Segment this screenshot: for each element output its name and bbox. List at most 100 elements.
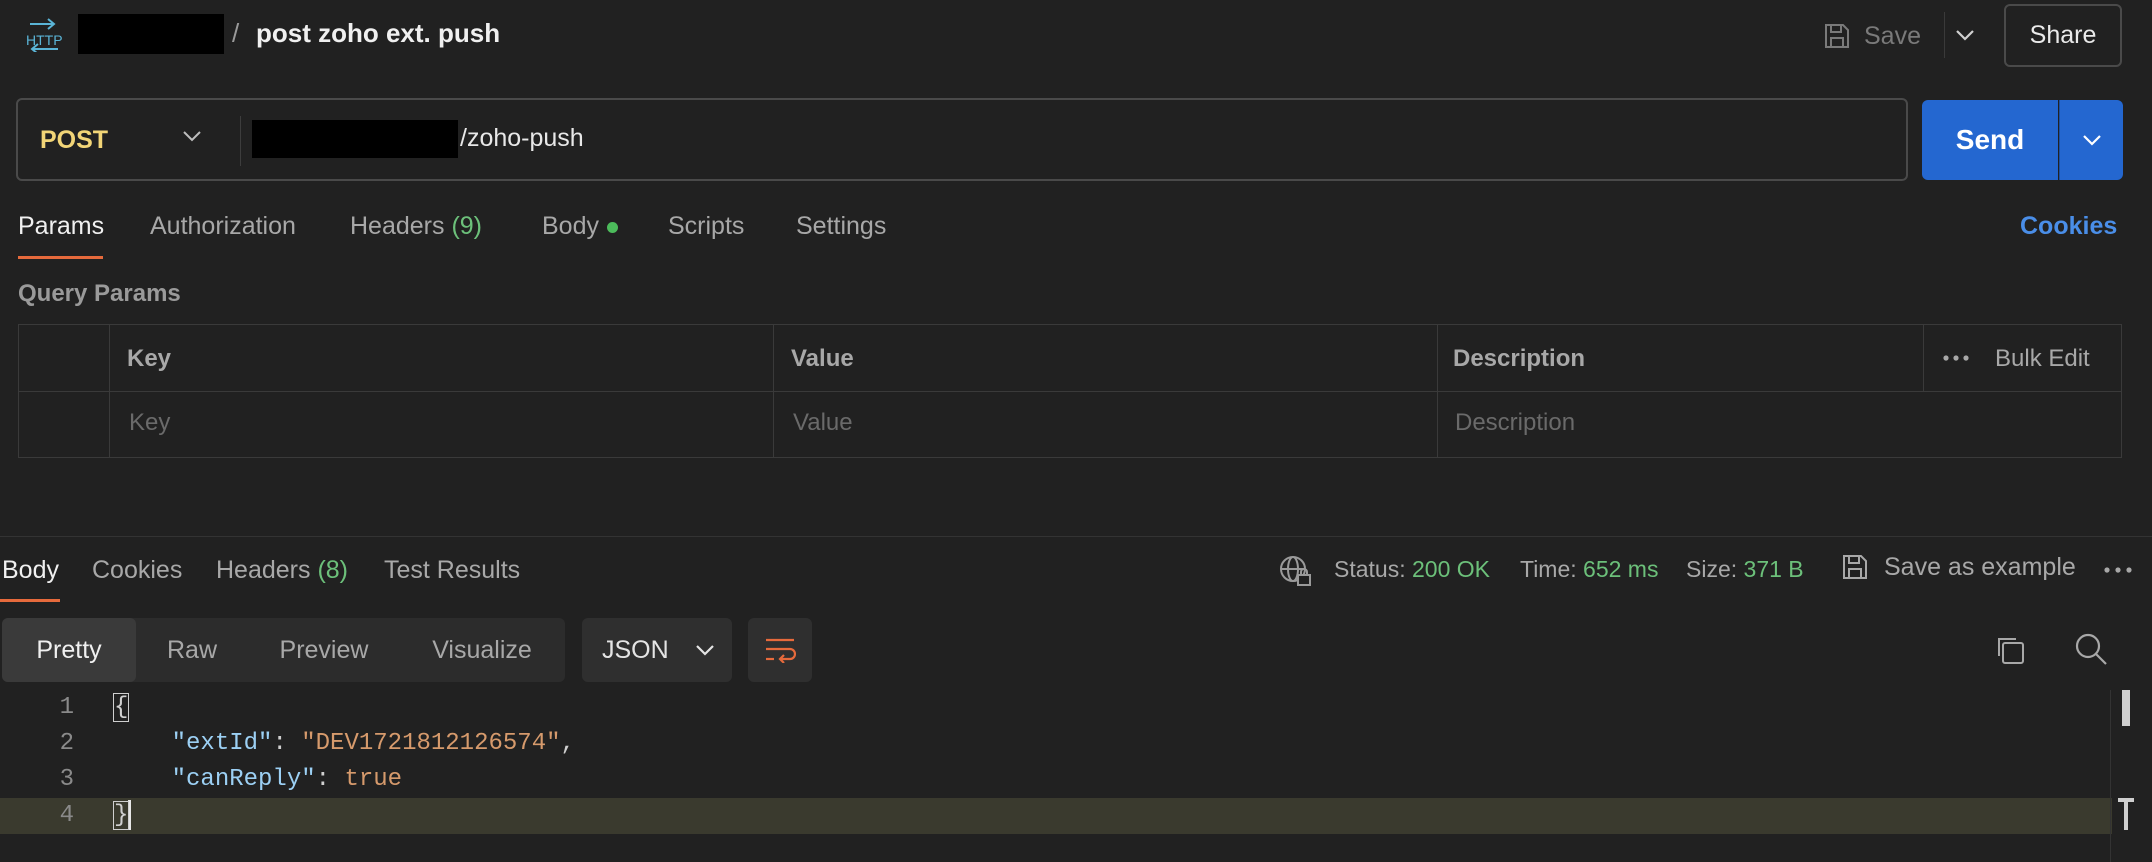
json-key: "extId" — [171, 730, 273, 757]
tab-headers[interactable]: Headers (9) — [350, 212, 482, 241]
line-number: 2 — [59, 730, 74, 757]
pretty-button[interactable]: Pretty — [2, 618, 136, 682]
save-label: Save — [1864, 21, 1921, 50]
response-time[interactable]: Time: 652 ms — [1520, 556, 1658, 583]
json-string: "DEV1721812126574" — [301, 730, 561, 757]
text-cursor-marker — [2116, 798, 2136, 832]
tab-settings[interactable]: Settings — [796, 212, 886, 241]
redacted-url-host — [252, 120, 458, 158]
save-as-example-label: Save as example — [1884, 552, 2076, 581]
line-number: 3 — [59, 766, 74, 793]
breadcrumb-separator: / — [232, 18, 240, 48]
response-tab-headers[interactable]: Headers (8) — [216, 556, 348, 585]
chevron-down-icon — [1955, 29, 1975, 41]
save-icon — [1840, 552, 1870, 582]
response-tab-cookies[interactable]: Cookies — [92, 556, 182, 585]
code-text: { — [112, 690, 130, 726]
tab-scripts[interactable]: Scripts — [668, 212, 744, 241]
headers-count: (9) — [451, 212, 483, 240]
save-button[interactable]: Save — [1822, 14, 1921, 58]
line-number: 1 — [59, 694, 74, 721]
tab-body[interactable]: Body — [542, 212, 618, 241]
http-icon: HTTP — [24, 18, 64, 52]
preview-button[interactable]: Preview — [248, 618, 400, 682]
code-line: 1 { — [0, 690, 2112, 726]
share-button[interactable]: Share — [2004, 4, 2122, 67]
json-key: "canReply" — [171, 766, 316, 793]
json-boolean: true — [344, 766, 403, 793]
response-size[interactable]: Size: 371 B — [1686, 556, 1804, 583]
method-select[interactable]: POST — [40, 126, 108, 155]
active-tab-indicator — [0, 599, 60, 602]
tab-authorization[interactable]: Authorization — [150, 212, 296, 241]
more-options-icon[interactable] — [1943, 355, 1969, 361]
size-label: Size: — [1686, 556, 1738, 582]
language-select[interactable]: JSON — [582, 618, 732, 682]
wrap-lines-icon — [764, 637, 796, 663]
status-value: 200 OK — [1412, 556, 1490, 582]
chevron-down-icon[interactable] — [182, 130, 202, 142]
view-mode-segmented-control: Pretty Raw Preview Visualize — [2, 618, 565, 682]
column-header-value: Value — [791, 345, 854, 372]
column-header-key: Key — [127, 345, 172, 372]
code-line: 2 "extId": "DEV1721812126574", — [0, 726, 2112, 762]
response-tab-body[interactable]: Body — [2, 556, 59, 585]
send-options-button[interactable] — [2059, 100, 2123, 180]
search-icon[interactable] — [2074, 632, 2108, 666]
visualize-button[interactable]: Visualize — [400, 618, 564, 682]
status-label: Status: — [1334, 556, 1406, 582]
size-value: 371 B — [1743, 556, 1804, 582]
tab-headers-label: Headers — [350, 212, 445, 240]
url-bar: POST /zoho-push — [16, 98, 1908, 181]
code-text: } — [112, 798, 132, 834]
chevron-down-icon — [2082, 134, 2102, 146]
pane-divider[interactable] — [0, 536, 2152, 537]
query-params-table: Key Value Description Bulk Edit Key Valu… — [18, 324, 2122, 458]
query-params-title: Query Params — [18, 280, 181, 307]
more-options-icon[interactable] — [2104, 567, 2132, 573]
key-input[interactable]: Key — [129, 409, 170, 437]
globe-lock-icon[interactable] — [1278, 554, 1312, 588]
body-set-indicator — [606, 221, 618, 233]
active-tab-indicator — [18, 256, 103, 259]
column-divider — [1923, 325, 1924, 391]
column-header-description: Description — [1453, 345, 1586, 372]
divider — [240, 116, 241, 166]
raw-button[interactable]: Raw — [136, 618, 248, 682]
code-line-active: 4 } — [0, 798, 2112, 834]
bracket-match: { — [112, 693, 130, 722]
save-as-example-button[interactable]: Save as example — [1840, 552, 2076, 582]
redacted-workspace-name — [78, 14, 224, 54]
time-value: 652 ms — [1583, 556, 1659, 582]
svg-text:HTTP: HTTP — [26, 32, 63, 48]
value-input[interactable]: Value — [793, 409, 853, 437]
bulk-edit-button[interactable]: Bulk Edit — [1995, 345, 2090, 373]
send-button[interactable]: Send — [1922, 100, 2058, 180]
response-headers-label: Headers — [216, 556, 311, 584]
chevron-down-icon — [695, 644, 715, 656]
language-select-label: JSON — [602, 635, 669, 664]
request-name[interactable]: post zoho ext. push — [256, 18, 500, 49]
time-label: Time: — [1520, 556, 1577, 582]
response-tab-test-results[interactable]: Test Results — [384, 556, 520, 585]
tab-params[interactable]: Params — [18, 212, 104, 241]
tab-body-label: Body — [542, 212, 599, 240]
copy-icon[interactable] — [1994, 634, 2026, 666]
response-status[interactable]: Status: 200 OK — [1334, 556, 1490, 583]
wrap-lines-button[interactable] — [748, 618, 812, 682]
code-text: "extId": "DEV1721812126574", — [171, 730, 575, 757]
save-icon — [1822, 21, 1852, 51]
code-line: 3 "canReply": true — [0, 762, 2112, 798]
text-cursor — [128, 799, 132, 830]
scrollbar-thumb[interactable] — [2122, 690, 2130, 726]
scrollbar-track[interactable] — [2110, 690, 2111, 862]
code-text: "canReply": true — [171, 766, 403, 793]
line-number: 4 — [59, 802, 74, 829]
description-input[interactable]: Description — [1455, 409, 1575, 437]
cookies-link[interactable]: Cookies — [2020, 212, 2117, 241]
bracket-match: } — [112, 801, 130, 830]
response-headers-count: (8) — [317, 556, 349, 584]
save-options-button[interactable] — [1944, 12, 1984, 58]
row-divider — [19, 391, 2121, 392]
url-input[interactable]: /zoho-push — [460, 124, 584, 153]
